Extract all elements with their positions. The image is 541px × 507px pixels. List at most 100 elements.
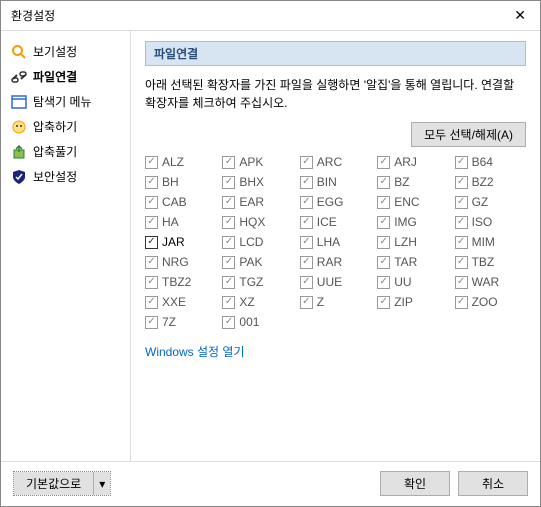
defaults-button-label[interactable]: 기본값으로: [14, 472, 94, 495]
ext-label: TGZ: [239, 275, 263, 289]
ext-checkbox-tgz: ✓ TGZ: [222, 275, 293, 289]
ext-checkbox-ice: ✓ICE: [300, 215, 371, 229]
ext-label: 001: [239, 315, 259, 329]
ext-checkbox-enc: ✓ENC: [377, 195, 448, 209]
checkbox-icon: ✓: [222, 276, 235, 289]
checkbox-icon: ✓: [145, 296, 158, 309]
checkbox-icon: ✓: [145, 256, 158, 269]
ext-checkbox-bh: ✓BH: [145, 175, 216, 189]
ext-label: ZOO: [472, 295, 498, 309]
sidebar-item-label: 압축풀기: [33, 143, 77, 160]
ext-checkbox-nrg: ✓NRG: [145, 255, 216, 269]
ext-checkbox-bz: ✓ BZ: [377, 175, 448, 189]
sidebar-item-view[interactable]: 보기설정: [1, 39, 130, 64]
ext-label: EAR: [239, 195, 264, 209]
footer-left: 기본값으로 ▾: [13, 471, 111, 496]
ext-label: BZ: [394, 175, 409, 189]
checkbox-icon: ✓: [455, 276, 468, 289]
sidebar-item-explorer-menu[interactable]: 탐색기 메뉴: [1, 89, 130, 114]
sidebar-item-label: 압축하기: [33, 118, 77, 135]
window-title: 환경설정: [11, 7, 55, 24]
checkbox-icon: ✓: [222, 256, 235, 269]
sidebar-item-label: 파일연결: [33, 68, 77, 85]
ext-label: WAR: [472, 275, 500, 289]
ext-checkbox-hqx: ✓ HQX: [222, 215, 293, 229]
ext-label: XZ: [239, 295, 254, 309]
ext-checkbox-7z: ✓7Z: [145, 315, 216, 329]
ext-checkbox-alz: ✓ALZ: [145, 155, 216, 169]
section-header: 파일연결: [145, 41, 526, 66]
ext-checkbox-apk: ✓APK: [222, 155, 293, 169]
checkbox-icon: ✓: [300, 156, 313, 169]
ext-label: LCD: [239, 235, 263, 249]
ext-checkbox-rar: ✓RAR: [300, 255, 371, 269]
checkbox-icon: ✓: [377, 216, 390, 229]
ext-checkbox-uue: ✓UUE: [300, 275, 371, 289]
ext-label: Z: [317, 295, 324, 309]
sidebar-item-file-association[interactable]: 파일연결: [1, 64, 130, 89]
close-icon[interactable]: ✕: [510, 7, 530, 24]
checkbox-icon: ✓: [222, 216, 235, 229]
sidebar-item-compress[interactable]: 압축하기: [1, 114, 130, 139]
link-icon: [11, 69, 27, 85]
toolbar: 모두 선택/해제(A): [145, 122, 526, 147]
checkbox-icon: ✓: [377, 236, 390, 249]
ext-checkbox-mim: ✓MIM: [455, 235, 526, 249]
ext-label: ISO: [472, 215, 493, 229]
compress-icon: [11, 119, 27, 135]
sidebar-item-security[interactable]: 보안설정: [1, 164, 130, 189]
ext-checkbox-tar: ✓ TAR: [377, 255, 448, 269]
ext-label: BZ2: [472, 175, 494, 189]
ext-label: JAR: [162, 235, 185, 249]
sidebar-item-extract[interactable]: 압축풀기: [1, 139, 130, 164]
ext-checkbox-z: ✓Z: [300, 295, 371, 309]
ext-label: ICE: [317, 215, 337, 229]
ext-checkbox-jar[interactable]: ✓ JAR: [145, 235, 216, 249]
checkbox-icon: ✓: [145, 236, 158, 249]
ext-label: BIN: [317, 175, 337, 189]
open-windows-settings-link[interactable]: Windows 설정 열기: [145, 345, 245, 359]
checkbox-icon: ✓: [455, 156, 468, 169]
ext-label: LZH: [394, 235, 417, 249]
checkbox-icon: ✓: [145, 216, 158, 229]
select-all-button[interactable]: 모두 선택/해제(A): [411, 122, 526, 147]
magnifier-icon: [11, 44, 27, 60]
ext-checkbox-arj: ✓ARJ: [377, 155, 448, 169]
checkbox-icon: ✓: [145, 156, 158, 169]
checkbox-icon: ✓: [377, 296, 390, 309]
checkbox-icon: ✓: [300, 196, 313, 209]
checkbox-icon: ✓: [300, 296, 313, 309]
ext-checkbox-img: ✓ IMG: [377, 215, 448, 229]
ext-checkbox-cab: ✓CAB: [145, 195, 216, 209]
ext-label: TBZ2: [162, 275, 191, 289]
checkbox-icon: ✓: [455, 216, 468, 229]
ext-checkbox-001: ✓ 001: [222, 315, 293, 329]
ext-label: UUE: [317, 275, 342, 289]
ext-label: HQX: [239, 215, 265, 229]
sidebar-item-label: 보기설정: [33, 43, 77, 60]
ext-label: TAR: [394, 255, 417, 269]
cancel-button[interactable]: 취소: [458, 471, 528, 496]
checkbox-icon: ✓: [455, 236, 468, 249]
ext-label: ARJ: [394, 155, 417, 169]
shield-icon: [11, 169, 27, 185]
ext-label: XXE: [162, 295, 186, 309]
ext-checkbox-gz: ✓GZ: [455, 195, 526, 209]
ext-label: IMG: [394, 215, 417, 229]
ext-checkbox-iso: ✓ ISO: [455, 215, 526, 229]
checkbox-icon: ✓: [377, 176, 390, 189]
sidebar-item-label: 탐색기 메뉴: [33, 93, 92, 110]
checkbox-icon: ✓: [145, 276, 158, 289]
ext-label: 7Z: [162, 315, 176, 329]
checkbox-icon: ✓: [377, 256, 390, 269]
checkbox-icon: ✓: [222, 316, 235, 329]
chevron-down-icon[interactable]: ▾: [94, 472, 110, 495]
checkbox-icon: ✓: [222, 196, 235, 209]
ok-button[interactable]: 확인: [380, 471, 450, 496]
checkbox-icon: ✓: [455, 296, 468, 309]
defaults-split-button[interactable]: 기본값으로 ▾: [13, 471, 111, 496]
checkbox-icon: ✓: [300, 176, 313, 189]
checkbox-icon: ✓: [222, 156, 235, 169]
dialog-footer: 기본값으로 ▾ 확인 취소: [1, 461, 540, 505]
checkbox-icon: ✓: [455, 176, 468, 189]
